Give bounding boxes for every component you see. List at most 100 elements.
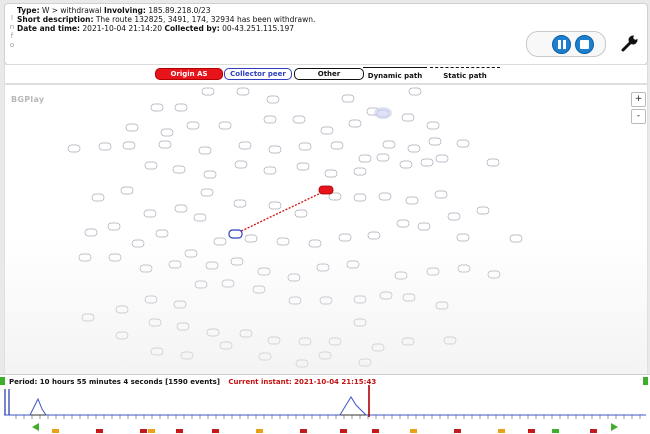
as-node[interactable]	[172, 165, 186, 174]
as-node[interactable]	[399, 160, 413, 169]
as-node[interactable]	[252, 285, 266, 294]
as-node[interactable]	[186, 121, 200, 130]
as-node[interactable]	[158, 140, 172, 149]
as-node[interactable]	[292, 115, 306, 124]
timeline-event-marker[interactable]	[148, 429, 155, 433]
timeline-event-marker[interactable]	[552, 429, 559, 433]
as-node[interactable]	[330, 141, 344, 150]
settings-button[interactable]	[620, 33, 640, 53]
as-node[interactable]	[198, 146, 212, 155]
as-node[interactable]	[353, 318, 367, 327]
as-node[interactable]	[244, 234, 258, 243]
as-node[interactable]	[155, 229, 169, 238]
as-node[interactable]	[218, 121, 232, 130]
stop-button[interactable]	[575, 35, 594, 54]
as-node[interactable]	[402, 293, 416, 302]
as-node[interactable]	[367, 231, 381, 240]
as-node[interactable]	[353, 193, 367, 202]
as-node[interactable]	[143, 209, 157, 218]
as-node[interactable]	[230, 257, 244, 266]
as-node[interactable]	[268, 145, 282, 154]
as-node[interactable]	[324, 169, 338, 178]
zoom-out-button[interactable]: -	[631, 109, 646, 124]
timeline-prev-arrow[interactable]	[32, 423, 39, 431]
timeline-event-marker[interactable]	[176, 429, 183, 433]
as-node[interactable]	[67, 144, 81, 153]
as-node[interactable]	[125, 123, 139, 132]
timeline-event-marker[interactable]	[212, 429, 219, 433]
as-node[interactable]	[115, 305, 129, 314]
as-node[interactable]	[296, 162, 310, 171]
as-node[interactable]	[405, 196, 419, 205]
as-node[interactable]	[320, 126, 334, 135]
as-node[interactable]	[379, 291, 393, 300]
timeline-event-marker[interactable]	[300, 429, 307, 433]
timeline-event-marker[interactable]	[340, 429, 347, 433]
as-node[interactable]	[174, 103, 188, 112]
as-node[interactable]	[341, 94, 355, 103]
as-node[interactable]	[435, 301, 449, 310]
as-node[interactable]	[287, 273, 301, 282]
as-node[interactable]	[378, 192, 392, 201]
as-node[interactable]	[200, 188, 214, 197]
pause-button[interactable]	[552, 35, 571, 54]
as-node[interactable]	[435, 154, 449, 163]
as-node[interactable]	[457, 264, 471, 273]
as-node[interactable]	[267, 336, 281, 345]
as-node[interactable]	[308, 239, 322, 248]
as-node[interactable]	[139, 264, 153, 273]
as-node[interactable]	[268, 201, 282, 210]
as-node[interactable]	[180, 351, 194, 360]
as-node[interactable]	[205, 261, 219, 270]
as-node[interactable]	[276, 237, 290, 246]
timeline-event-marker[interactable]	[410, 429, 417, 433]
origin-as-node[interactable]	[318, 185, 334, 195]
as-node[interactable]	[150, 103, 164, 112]
collector-peer-node[interactable]	[228, 229, 243, 239]
timeline-next-arrow[interactable]	[611, 423, 618, 431]
as-node[interactable]	[298, 337, 312, 346]
as-node[interactable]	[456, 233, 470, 242]
as-node[interactable]	[328, 337, 342, 346]
as-node[interactable]	[401, 337, 415, 346]
as-node[interactable]	[294, 209, 308, 218]
as-node[interactable]	[108, 253, 122, 262]
as-node[interactable]	[346, 260, 360, 269]
as-node[interactable]	[120, 186, 134, 195]
as-node[interactable]	[206, 328, 220, 337]
as-node[interactable]	[203, 170, 217, 179]
as-node[interactable]	[447, 212, 461, 221]
as-node[interactable]	[487, 270, 501, 279]
timeline-event-marker[interactable]	[528, 429, 535, 433]
as-graph[interactable]	[5, 85, 647, 375]
zoom-in-button[interactable]: +	[631, 92, 646, 107]
timeline-event-marker[interactable]	[140, 429, 147, 433]
as-node[interactable]	[382, 140, 396, 149]
as-node[interactable]	[81, 313, 95, 322]
as-node[interactable]	[401, 113, 415, 122]
as-node[interactable]	[84, 228, 98, 237]
as-node[interactable]	[266, 95, 280, 104]
timeline-event-marker[interactable]	[454, 429, 461, 433]
as-node[interactable]	[219, 341, 233, 350]
as-node[interactable]	[476, 206, 490, 215]
as-node[interactable]	[263, 115, 277, 124]
as-node[interactable]	[160, 128, 174, 137]
as-node[interactable]	[456, 139, 470, 148]
as-node[interactable]	[358, 154, 372, 163]
as-node[interactable]	[408, 87, 422, 96]
as-node[interactable]	[91, 193, 105, 202]
as-node[interactable]	[348, 119, 362, 128]
as-node[interactable]	[213, 237, 227, 246]
as-node[interactable]	[358, 358, 372, 367]
timeline-event-marker[interactable]	[96, 429, 103, 433]
as-node[interactable]	[115, 331, 129, 340]
as-node[interactable]	[173, 300, 187, 309]
as-node[interactable]	[257, 267, 271, 276]
as-node[interactable]	[353, 295, 367, 304]
as-node[interactable]	[78, 253, 92, 262]
as-node[interactable]	[316, 263, 330, 272]
as-node[interactable]	[298, 142, 312, 151]
as-node[interactable]	[98, 142, 112, 151]
timeline-event-marker[interactable]	[372, 429, 379, 433]
